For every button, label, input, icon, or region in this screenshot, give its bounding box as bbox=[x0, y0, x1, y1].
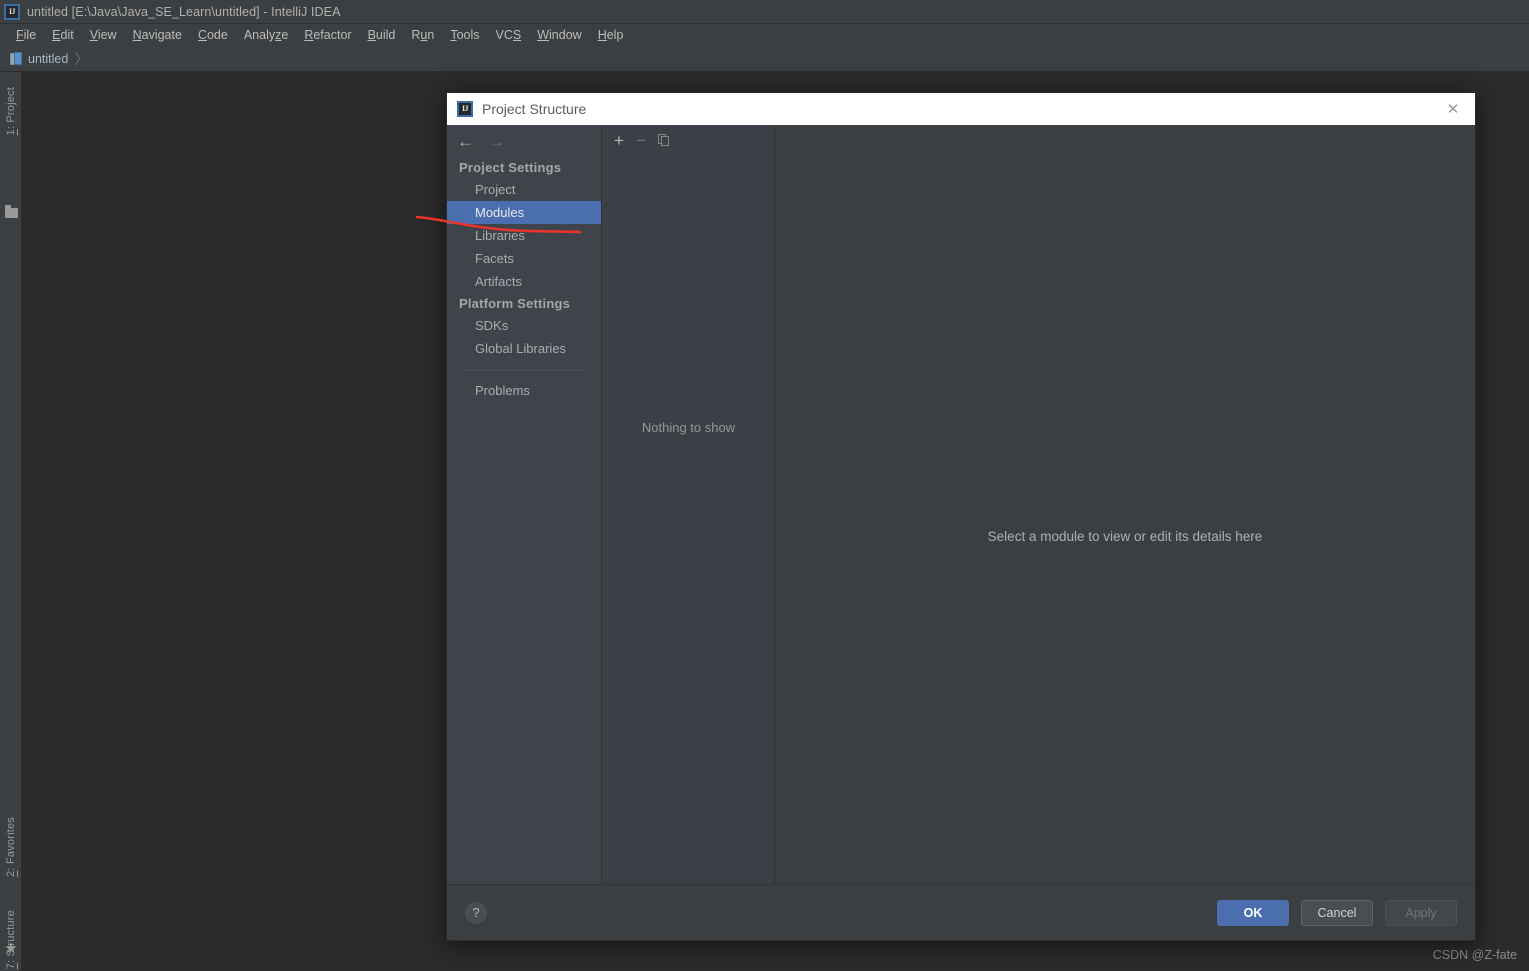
tool-stripe-project[interactable]: 1: Project bbox=[0, 76, 22, 146]
breadcrumb-item-untitled[interactable]: untitled bbox=[10, 51, 69, 66]
dialog-titlebar: IJ Project Structure ✕ bbox=[447, 93, 1475, 125]
watermark: CSDN @Z-fate bbox=[1432, 948, 1517, 962]
window-title: untitled [E:\Java\Java_SE_Learn\untitled… bbox=[27, 4, 341, 19]
tool-stripe-project-label: 1: Project bbox=[5, 86, 17, 136]
sidebar-item-artifacts[interactable]: Artifacts bbox=[447, 270, 601, 293]
tool-stripe-favorites[interactable]: 2: Favorites bbox=[0, 804, 22, 890]
sidebar-group-project-settings: Project Settings bbox=[459, 160, 562, 175]
dialog-logo-icon: IJ bbox=[457, 101, 473, 117]
tool-stripe-favorites-label: 2: Favorites bbox=[5, 817, 17, 877]
sidebar-item-project[interactable]: Project bbox=[447, 178, 601, 201]
breadcrumb-separator-icon: 〉 bbox=[74, 50, 89, 67]
menu-file[interactable]: File bbox=[8, 26, 44, 44]
menu-navigate[interactable]: Navigate bbox=[125, 26, 190, 44]
sidebar-item-problems[interactable]: Problems bbox=[447, 379, 601, 402]
back-arrow-icon[interactable]: ← bbox=[457, 133, 474, 150]
menu-refactor[interactable]: Refactor bbox=[296, 26, 359, 44]
tool-stripe-structure[interactable]: 7: Structure bbox=[0, 898, 22, 971]
detail-placeholder-message: Select a module to view or edit its deta… bbox=[987, 529, 1263, 544]
remove-module-icon: − bbox=[635, 130, 646, 150]
menu-run[interactable]: Run bbox=[403, 26, 442, 44]
project-structure-dialog: IJ Project Structure ✕ ← → Project Setti… bbox=[446, 92, 1476, 941]
window-titlebar: IJ untitled [E:\Java\Java_SE_Learn\untit… bbox=[0, 0, 1529, 24]
cancel-button[interactable]: Cancel bbox=[1301, 899, 1373, 926]
menu-view[interactable]: View bbox=[82, 26, 125, 44]
dialog-title: Project Structure bbox=[482, 101, 587, 117]
sidebar-item-libraries[interactable]: Libraries bbox=[447, 224, 601, 247]
apply-button: Apply bbox=[1385, 899, 1457, 926]
help-icon[interactable]: ? bbox=[465, 901, 487, 924]
ok-button[interactable]: OK bbox=[1217, 899, 1289, 926]
dialog-footer: ? OK Cancel Apply bbox=[447, 884, 1475, 940]
menu-code[interactable]: Code bbox=[190, 26, 236, 44]
sidebar-item-facets[interactable]: Facets bbox=[447, 247, 601, 270]
menu-analyze[interactable]: Analyze bbox=[236, 26, 296, 44]
breadcrumb-label: untitled bbox=[28, 51, 69, 66]
sidebar-item-global-libraries[interactable]: Global Libraries bbox=[447, 337, 601, 360]
module-icon bbox=[10, 51, 23, 66]
intellij-logo-icon: IJ bbox=[4, 3, 20, 20]
close-icon[interactable]: ✕ bbox=[1443, 99, 1463, 119]
dialog-body: ← → Project Settings Project Modules Lib… bbox=[447, 125, 1475, 885]
folder-icon[interactable] bbox=[5, 205, 18, 218]
menu-build[interactable]: Build bbox=[360, 26, 404, 44]
menu-vcs[interactable]: VCS bbox=[488, 26, 530, 44]
sidebar-divider bbox=[461, 370, 587, 371]
modules-toolbar: + − bbox=[602, 125, 774, 155]
dialog-sidebar: ← → Project Settings Project Modules Lib… bbox=[447, 125, 602, 885]
sidebar-group-platform-settings: Platform Settings bbox=[459, 296, 571, 311]
sidebar-item-modules[interactable]: Modules bbox=[447, 201, 601, 224]
menu-edit[interactable]: Edit bbox=[44, 26, 82, 44]
modules-empty-text: Nothing to show bbox=[641, 420, 736, 435]
menu-window[interactable]: Window bbox=[529, 26, 589, 44]
navigation-bar: untitled 〉 bbox=[0, 46, 1529, 72]
menu-help[interactable]: Help bbox=[590, 26, 632, 44]
menu-tools[interactable]: Tools bbox=[442, 26, 487, 44]
module-detail-panel: Select a module to view or edit its deta… bbox=[775, 125, 1475, 885]
forward-arrow-icon: → bbox=[488, 131, 505, 151]
menubar: File Edit View Navigate Code Analyze Ref… bbox=[0, 24, 1529, 46]
modules-list-panel: + − Nothing to show bbox=[602, 125, 775, 885]
left-tool-stripe: 1: Project 2: Favorites ★ 7: Structure bbox=[0, 72, 22, 971]
ide-window: IJ untitled [E:\Java\Java_SE_Learn\untit… bbox=[0, 0, 1529, 971]
sidebar-item-sdks[interactable]: SDKs bbox=[447, 314, 601, 337]
sidebar-nav-arrows: ← → bbox=[447, 125, 601, 157]
tool-stripe-structure-label: 7: Structure bbox=[5, 910, 17, 970]
copy-module-icon bbox=[657, 133, 671, 147]
add-module-icon[interactable]: + bbox=[614, 132, 624, 149]
